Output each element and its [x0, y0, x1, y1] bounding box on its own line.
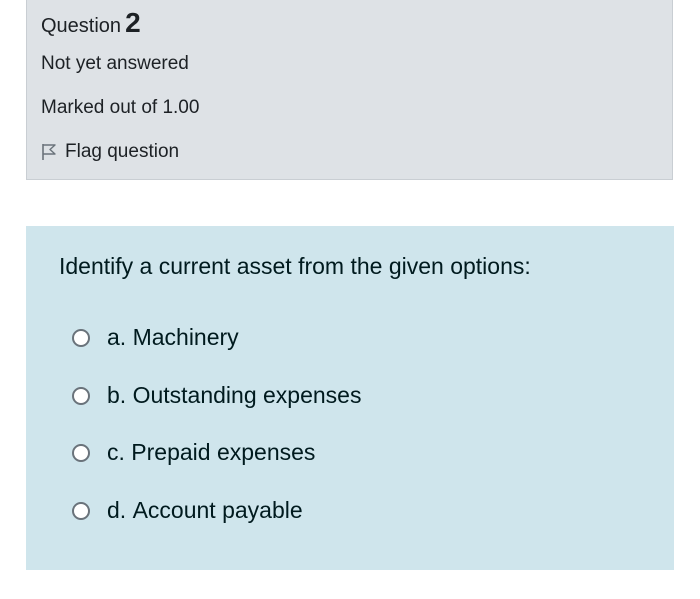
question-text: Identify a current asset from the given … — [59, 253, 531, 279]
radio-button-icon[interactable] — [72, 501, 90, 520]
flag-question-label: Flag question — [65, 141, 180, 162]
question-number-heading: Question 2 — [41, 7, 141, 39]
flag-icon — [42, 144, 56, 160]
answer-option-letter: c. — [107, 439, 125, 465]
answer-option-label: Account payable — [132, 497, 303, 523]
question-info-panel: Question 2 Not yet answered Marked out of… — [26, 0, 673, 180]
answer-option-label: Machinery — [132, 324, 239, 350]
question-grade: Marked out of 1.00 — [41, 97, 200, 118]
answer-option-letter: a. — [107, 324, 127, 350]
radio-button-icon[interactable] — [72, 386, 90, 405]
question-state: Not yet answered — [41, 53, 189, 74]
answer-option-letter: d. — [107, 497, 127, 523]
question-label: Question — [41, 15, 122, 37]
question-content-panel: Identify a current asset from the given … — [26, 226, 674, 570]
answer-option-letter: b. — [107, 382, 127, 408]
answer-option-b[interactable]: b. Outstanding expenses — [72, 382, 361, 409]
answer-option-label: Outstanding expenses — [132, 382, 362, 408]
answer-option-label: Prepaid expenses — [131, 439, 316, 465]
answer-option-c[interactable]: c. Prepaid expenses — [72, 439, 315, 466]
flag-question-link[interactable]: Flag question — [41, 141, 179, 163]
answer-option-d[interactable]: d. Account payable — [72, 497, 303, 524]
quiz-page: Question 2 Not yet answered Marked out of… — [0, 0, 700, 599]
radio-button-icon[interactable] — [72, 328, 90, 347]
question-number: 2 — [125, 7, 141, 38]
radio-button-icon[interactable] — [72, 443, 90, 462]
answer-option-a[interactable]: a. Machinery — [72, 324, 239, 351]
